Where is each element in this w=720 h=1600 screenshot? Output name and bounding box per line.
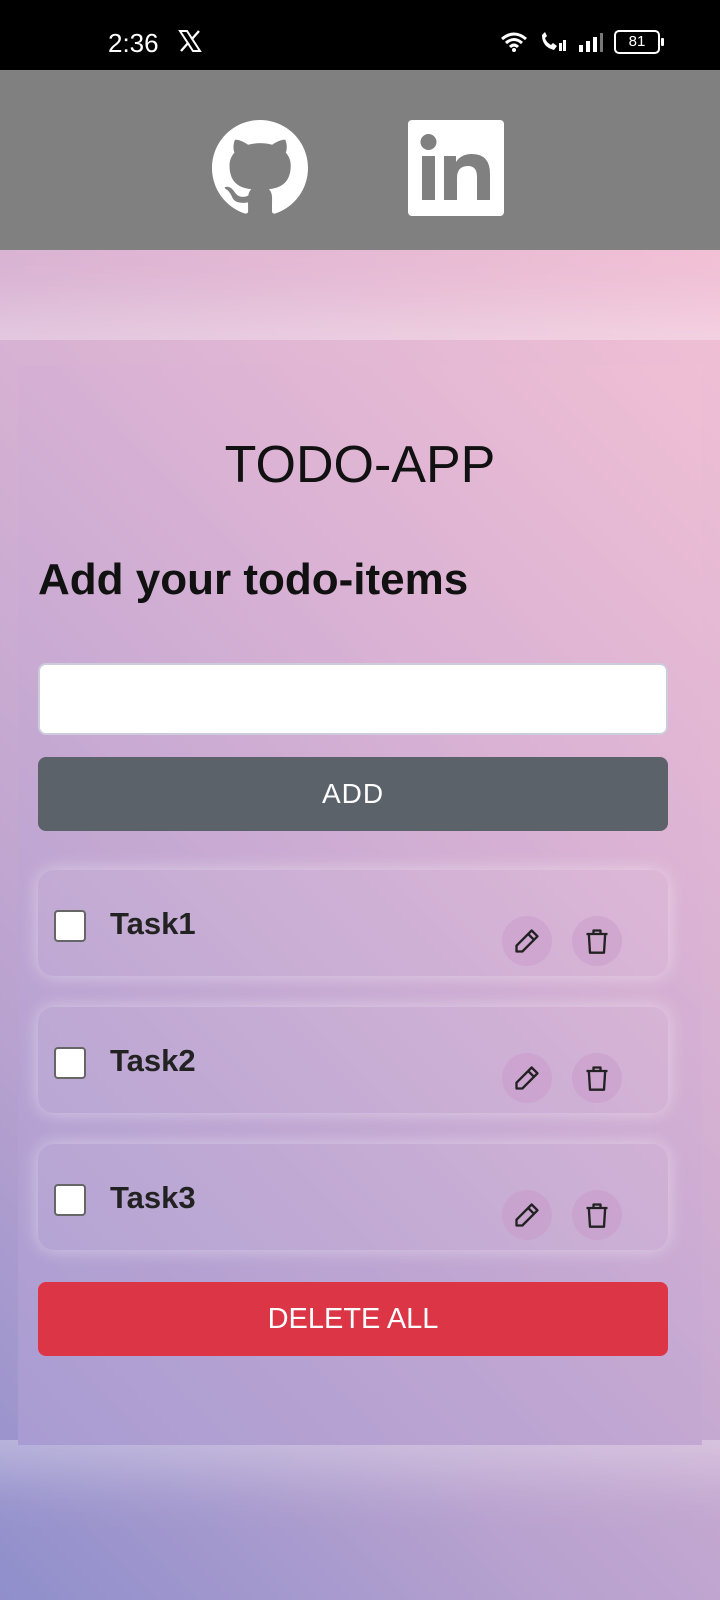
task-label: Task2 <box>110 1043 196 1078</box>
task-item: Task3 <box>38 1144 668 1250</box>
task-label: Task3 <box>110 1180 196 1215</box>
task-item: Task1 <box>38 870 668 976</box>
trash-icon <box>586 1066 608 1091</box>
trash-icon <box>586 1203 608 1228</box>
add-items-heading: Add your todo-items <box>38 555 469 604</box>
delete-all-button[interactable]: DELETE ALL <box>38 1282 668 1356</box>
x-app-icon <box>178 30 202 52</box>
status-time: 2:36 <box>108 28 159 58</box>
task-item: Task2 <box>38 1007 668 1113</box>
task-checkbox[interactable] <box>54 1184 86 1216</box>
trash-icon <box>586 929 608 954</box>
delete-button[interactable] <box>572 1053 622 1103</box>
task-label: Task1 <box>110 906 196 941</box>
signal-icon <box>579 33 603 52</box>
pencil-icon <box>515 1066 539 1090</box>
app-title: TODO-APP <box>224 436 496 494</box>
task-checkbox[interactable] <box>54 1047 86 1079</box>
wifi-icon <box>501 32 527 52</box>
edit-button[interactable] <box>502 1053 552 1103</box>
social-links-bar <box>0 70 720 250</box>
edit-button[interactable] <box>502 1190 552 1240</box>
add-button[interactable]: ADD <box>38 757 668 831</box>
status-icons: 81 <box>500 30 664 54</box>
delete-button[interactable] <box>572 916 622 966</box>
todo-input[interactable] <box>38 663 668 735</box>
linkedin-icon[interactable] <box>408 120 504 216</box>
delete-button[interactable] <box>572 1190 622 1240</box>
edit-button[interactable] <box>502 916 552 966</box>
task-checkbox[interactable] <box>54 910 86 942</box>
call-icon <box>542 32 566 51</box>
pencil-icon <box>515 929 539 953</box>
todo-card: TODO-APP Add your todo-items ADD Task1 T… <box>18 365 702 1445</box>
status-bar: 2:36 81 <box>0 0 720 70</box>
github-icon[interactable] <box>212 120 308 216</box>
pencil-icon <box>515 1203 539 1227</box>
battery-indicator: 81 <box>614 30 664 54</box>
